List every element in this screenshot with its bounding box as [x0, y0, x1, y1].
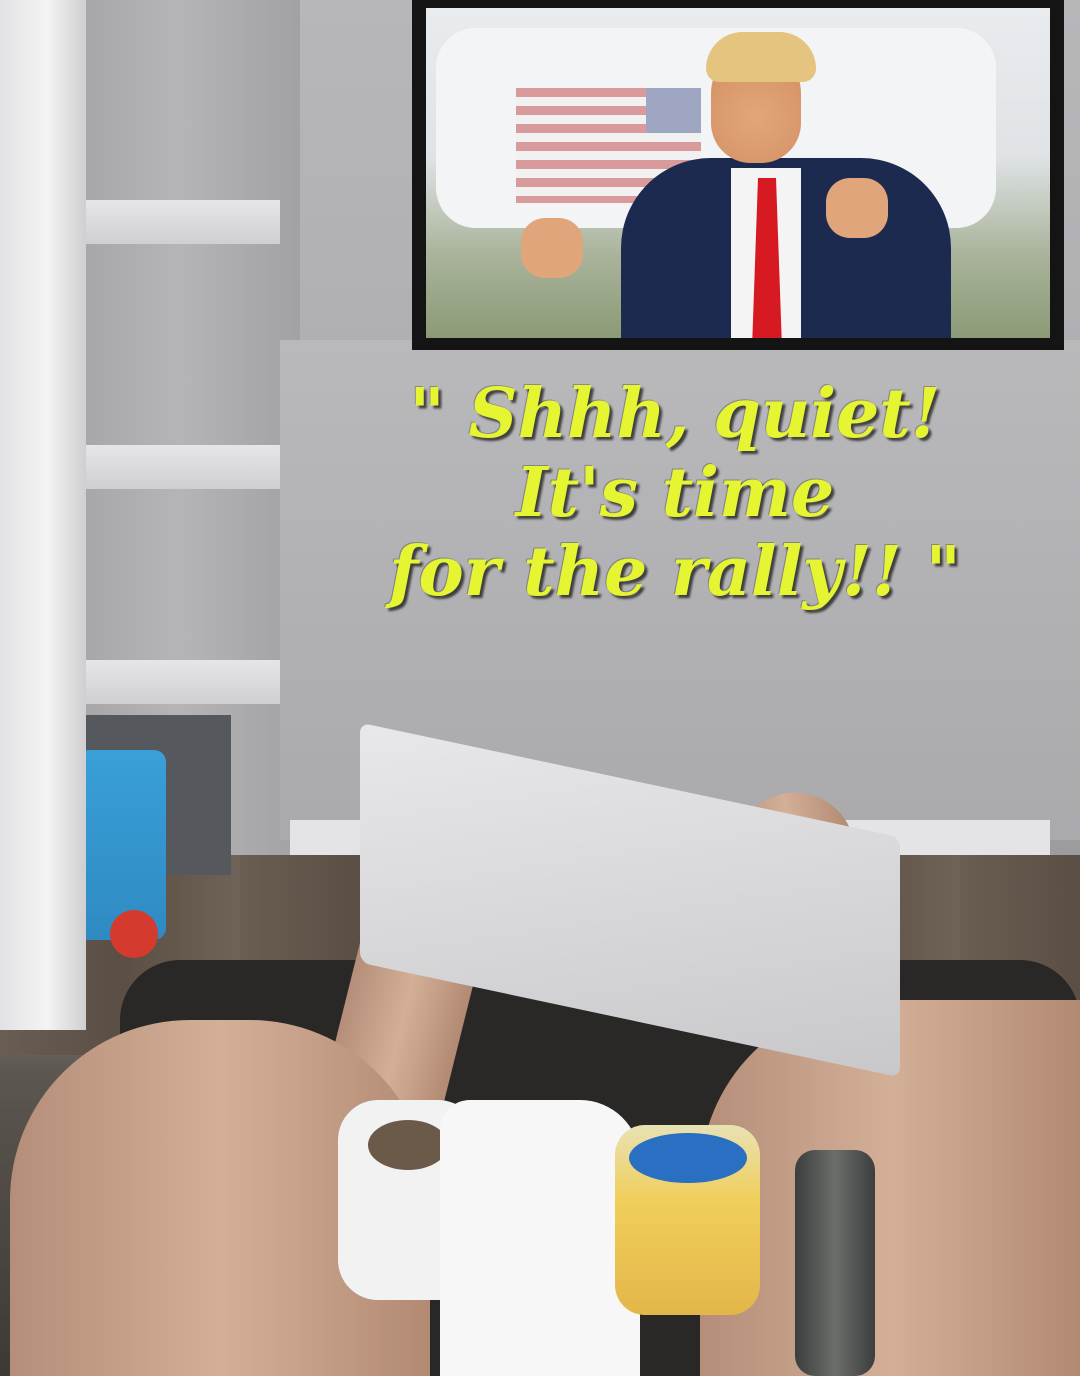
left-fist — [521, 218, 583, 278]
hair — [706, 32, 816, 82]
petroleum-jelly-jar — [615, 1125, 760, 1315]
flag-canton — [646, 88, 701, 133]
tv-picture — [426, 8, 1050, 338]
door — [0, 0, 86, 1030]
caption-line-3: for the rally!! " — [389, 531, 961, 612]
caption-line-1: " Shhh, quiet! — [409, 374, 941, 454]
tissue — [440, 1100, 640, 1376]
right-fist — [826, 178, 888, 238]
toy-walker — [76, 750, 166, 940]
tv-screen — [412, 0, 1064, 350]
toy-wheel — [110, 910, 158, 958]
meme-image: " Shhh, quiet! It's time for the rally!!… — [0, 0, 1080, 1376]
caption-line-2: It's time — [515, 452, 835, 533]
jar-lid — [629, 1133, 747, 1183]
meme-caption: " Shhh, quiet! It's time for the rally!!… — [280, 375, 1070, 612]
bottle — [795, 1150, 875, 1376]
roll-core — [368, 1120, 448, 1170]
